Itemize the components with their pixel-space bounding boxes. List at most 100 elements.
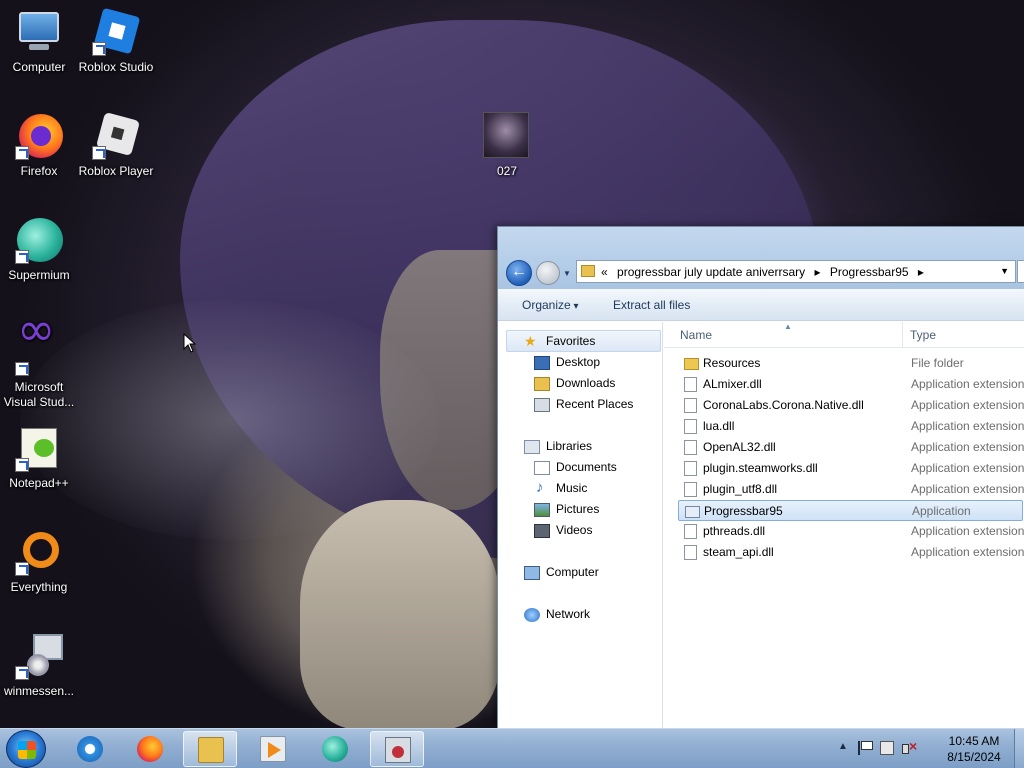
file-row[interactable]: pthreads.dll Application extension <box>678 521 1024 542</box>
breadcrumb-separator[interactable]: ▸ <box>814 265 820 279</box>
forward-button[interactable] <box>536 261 560 285</box>
file-row[interactable]: Resources File folder <box>678 353 1023 374</box>
desktop-icon-visual-studio[interactable]: Microsoft Visual Stud... <box>0 322 78 410</box>
address-bar[interactable]: « progressbar july update aniverrsary ▸ … <box>576 260 1016 283</box>
music-note-icon: ♪ <box>536 479 544 496</box>
media-player-icon <box>260 736 286 762</box>
start-button[interactable] <box>6 730 46 768</box>
breadcrumb-separator[interactable]: ▸ <box>918 265 924 279</box>
show-desktop-button[interactable] <box>1014 729 1024 768</box>
file-name: OpenAL32.dll <box>703 440 776 454</box>
file-row-selected[interactable]: Progressbar95 Application <box>678 500 1023 521</box>
videos-icon <box>534 524 550 538</box>
breadcrumb-segment[interactable]: progressbar july update aniverrsary <box>617 265 805 279</box>
file-row[interactable]: ALmixer.dll Application extension <box>678 374 1024 395</box>
file-type: Application <box>912 504 971 518</box>
nav-item-favorites[interactable]: Favorites <box>546 334 595 348</box>
nav-item-computer[interactable]: Computer <box>546 565 599 579</box>
desktop-icon-roblox-player[interactable]: Roblox Player <box>77 111 155 179</box>
desktop-icon-notepad-plus-plus[interactable]: Notepad++ <box>0 424 78 491</box>
desktop-icon-computer[interactable]: Computer <box>0 8 78 75</box>
system-tray: ▲ 10:45 AM 8/15/2024 <box>834 729 1024 768</box>
clock-date: 8/15/2024 <box>947 750 1001 764</box>
taskbar-media-player[interactable] <box>246 731 300 767</box>
dll-file-icon <box>684 482 697 497</box>
application-icon <box>685 506 700 518</box>
command-bar: Organize Extract all files <box>498 289 1024 321</box>
file-row[interactable]: steam_api.dll Application extension <box>678 542 1024 563</box>
explorer-window[interactable]: ← ▼ « progressbar july update aniverrsar… <box>497 226 1024 729</box>
file-row[interactable]: lua.dll Application extension <box>678 416 1024 437</box>
file-name: Progressbar95 <box>704 504 783 518</box>
file-name: plugin.steamworks.dll <box>703 461 818 475</box>
show-hidden-icons-button[interactable]: ▲ <box>838 741 848 752</box>
file-name: plugin_utf8.dll <box>703 482 778 496</box>
nav-item-music[interactable]: Music <box>556 481 587 495</box>
taskbar-file-explorer[interactable] <box>183 731 237 767</box>
desktop-icon-winmessenger[interactable]: winmessen... <box>0 632 78 699</box>
file-type: Application extension <box>911 545 1024 559</box>
desktop-icon-label: Microsoft Visual Stud... <box>3 380 75 409</box>
nav-item-pictures[interactable]: Pictures <box>556 502 599 516</box>
taskbar-supermium[interactable] <box>308 731 362 767</box>
taskbar-firefox[interactable] <box>123 731 177 767</box>
nav-item-documents[interactable]: Documents <box>556 460 617 474</box>
organize-button[interactable]: Organize <box>522 298 579 312</box>
address-dropdown-icon[interactable]: ▼ <box>1000 266 1009 276</box>
dll-file-icon <box>684 377 697 392</box>
nav-item-desktop[interactable]: Desktop <box>556 355 600 369</box>
breadcrumb-segment[interactable]: Progressbar95 <box>830 265 909 279</box>
navigation-pane: ★ Favorites Desktop Downloads Recent Pla… <box>498 322 663 729</box>
refresh-button[interactable] <box>1017 260 1024 283</box>
column-header-name[interactable]: Name <box>680 328 712 342</box>
star-icon: ★ <box>524 333 537 349</box>
shortcut-arrow-icon <box>15 250 29 264</box>
recent-pages-dropdown[interactable]: ▼ <box>563 269 571 278</box>
taskbar-winmessenger[interactable] <box>370 731 424 767</box>
shortcut-arrow-icon <box>15 562 29 576</box>
desktop-icon <box>534 356 550 370</box>
nav-item-libraries[interactable]: Libraries <box>546 439 592 453</box>
desktop-icon-027[interactable]: 027 <box>468 112 546 179</box>
taskbar-internet-explorer[interactable] <box>63 731 117 767</box>
visual-studio-icon <box>17 322 63 364</box>
file-type: File folder <box>911 356 964 370</box>
nav-item-network[interactable]: Network <box>546 607 590 621</box>
clock[interactable]: 10:45 AM 8/15/2024 <box>934 733 1014 765</box>
desktop-icon-supermium[interactable]: Supermium <box>0 216 78 283</box>
file-type: Application extension <box>911 440 1024 454</box>
shortcut-arrow-icon <box>15 458 29 472</box>
dll-file-icon <box>684 461 697 476</box>
taskbar: ▲ 10:45 AM 8/15/2024 <box>0 728 1024 768</box>
file-type: Application extension <box>911 524 1024 538</box>
file-explorer-icon <box>198 737 224 763</box>
nav-item-recent-places[interactable]: Recent Places <box>556 397 633 411</box>
file-row[interactable]: plugin_utf8.dll Application extension <box>678 479 1024 500</box>
file-type: Application extension <box>911 377 1024 391</box>
breadcrumb-overflow[interactable]: « <box>601 265 608 279</box>
image-thumbnail-icon <box>483 112 529 158</box>
desktop-icon-label: Roblox Player <box>78 164 154 178</box>
desktop-icon-label: Firefox <box>20 164 58 178</box>
desktop-icon-roblox-studio[interactable]: Roblox Studio <box>77 7 155 75</box>
wallpaper-hand <box>300 500 500 728</box>
nav-item-videos[interactable]: Videos <box>556 523 592 537</box>
dll-file-icon <box>684 545 697 560</box>
file-type: Application extension <box>911 398 1024 412</box>
shortcut-arrow-icon <box>92 146 106 160</box>
file-row[interactable]: OpenAL32.dll Application extension <box>678 437 1024 458</box>
column-divider[interactable] <box>902 322 903 348</box>
column-header-type[interactable]: Type <box>910 328 936 342</box>
action-center-flag-icon[interactable] <box>858 741 873 755</box>
file-name: CoronaLabs.Corona.Native.dll <box>703 398 864 412</box>
file-row[interactable]: CoronaLabs.Corona.Native.dll Application… <box>678 395 1024 416</box>
file-row[interactable]: plugin.steamworks.dll Application extens… <box>678 458 1024 479</box>
volume-muted-icon[interactable] <box>902 738 917 755</box>
file-name: pthreads.dll <box>703 524 766 538</box>
extract-all-files-button[interactable]: Extract all files <box>613 298 690 312</box>
desktop-icon-everything[interactable]: Everything <box>0 528 78 595</box>
back-button[interactable]: ← <box>506 260 532 286</box>
desktop-icon-firefox[interactable]: Firefox <box>0 112 78 179</box>
nav-item-downloads[interactable]: Downloads <box>556 376 615 390</box>
network-status-icon[interactable] <box>880 741 894 755</box>
